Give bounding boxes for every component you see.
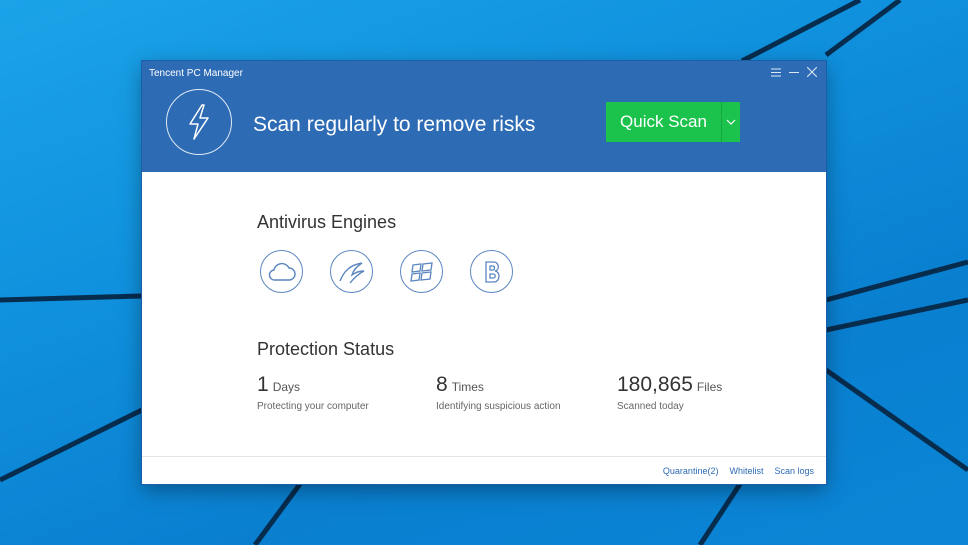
stat-times-desc: Identifying suspicious action: [436, 401, 561, 412]
lightning-bolt-icon: [166, 89, 232, 155]
stat-files-unit: Files: [696, 380, 723, 394]
stat-files: 180,865 Files Scanned today: [617, 373, 722, 412]
close-icon[interactable]: [804, 64, 820, 80]
windows-engine-icon[interactable]: [400, 250, 443, 293]
quick-scan-label[interactable]: Quick Scan: [606, 102, 721, 142]
stat-days-value: 1: [257, 373, 269, 396]
app-header: Tencent PC Manager Scan regularly to rem…: [142, 61, 826, 172]
stat-days-unit: Days: [272, 380, 301, 394]
cloud-engine-icon[interactable]: [260, 250, 303, 293]
chevron-down-icon[interactable]: [722, 102, 740, 142]
bitdefender-engine-icon[interactable]: [470, 250, 513, 293]
stat-times: 8 Times Identifying suspicious action: [436, 373, 561, 412]
stat-days: 1 Days Protecting your computer: [257, 373, 369, 412]
app-window: Tencent PC Manager Scan regularly to rem…: [142, 61, 826, 484]
bird-engine-icon[interactable]: [330, 250, 373, 293]
menu-icon[interactable]: [768, 64, 784, 80]
stat-files-value: 180,865: [617, 373, 693, 396]
minimize-icon[interactable]: [786, 64, 802, 80]
footer-bar: Quarantine(2) Whitelist Scan logs: [142, 456, 826, 484]
window-controls: [768, 64, 820, 80]
stat-times-unit: Times: [451, 380, 484, 394]
whitelist-link[interactable]: Whitelist: [729, 466, 763, 476]
scan-logs-link[interactable]: Scan logs: [774, 466, 814, 476]
antivirus-engines-title: Antivirus Engines: [257, 212, 397, 232]
quarantine-link[interactable]: Quarantine(2): [663, 466, 719, 476]
header-tagline: Scan regularly to remove risks: [253, 113, 536, 136]
protection-status-title: Protection Status: [257, 339, 395, 359]
engine-list: [260, 250, 513, 293]
stat-days-desc: Protecting your computer: [257, 401, 369, 412]
stat-files-desc: Scanned today: [617, 401, 684, 412]
window-title: Tencent PC Manager: [149, 68, 243, 79]
main-content: Antivirus Engines Protection Status 1 Day…: [142, 172, 826, 455]
stat-times-value: 8: [436, 373, 448, 396]
quick-scan-button[interactable]: Quick Scan: [606, 102, 740, 142]
